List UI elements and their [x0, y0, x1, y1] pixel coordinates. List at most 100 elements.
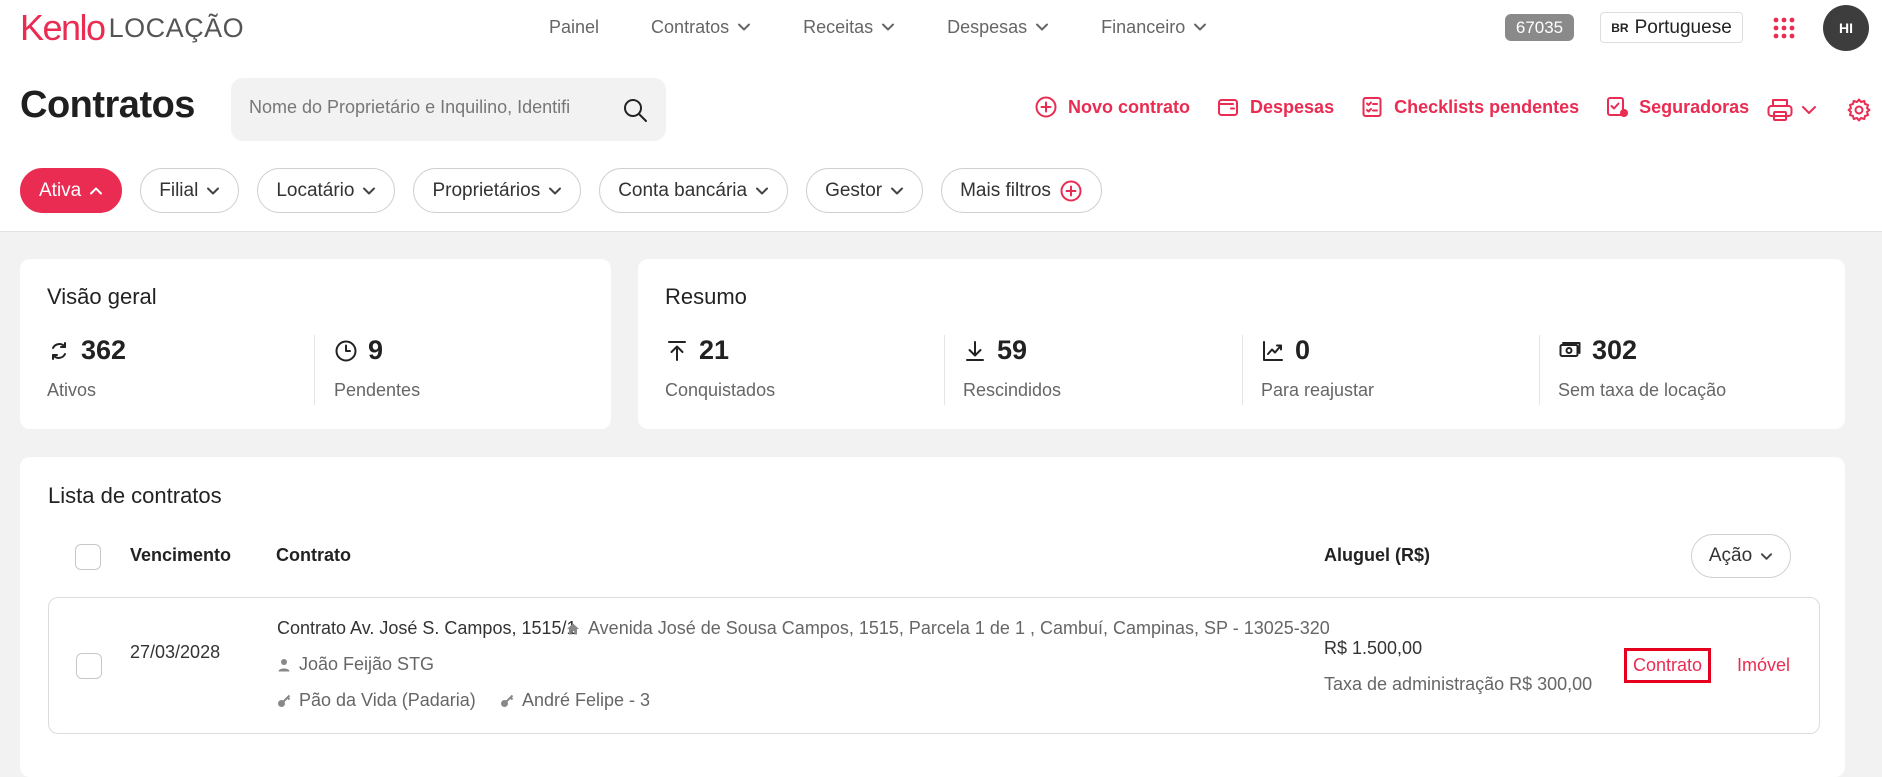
due-date: 27/03/2028	[130, 642, 221, 662]
chevron-down-icon	[891, 187, 904, 194]
nav-item-receitas[interactable]: Receitas	[803, 14, 895, 40]
chevron-down-icon	[882, 23, 895, 31]
stat-value: 362	[81, 335, 127, 365]
filter-more[interactable]: Mais filtros	[941, 168, 1102, 213]
key-icon	[501, 694, 514, 707]
contract-link[interactable]: Contrato	[1624, 648, 1712, 683]
stat-no-fee[interactable]: 302 Sem taxa de locação	[1558, 335, 1726, 401]
chevron-down-icon	[738, 23, 751, 31]
insurers-button[interactable]: Seguradoras	[1605, 95, 1749, 119]
main-nav: Painel Contratos Receitas Despesas Finan…	[549, 14, 1207, 40]
top-header: Kenlo LOCAÇÃO Painel Contratos Receitas …	[0, 0, 1882, 232]
owner: André Felipe - 3	[500, 690, 650, 711]
search-icon[interactable]	[621, 96, 649, 124]
column-header-due[interactable]: Vencimento	[130, 545, 231, 566]
search-box	[231, 78, 666, 141]
chevron-down-icon	[549, 187, 562, 194]
clock-icon	[335, 340, 357, 361]
refresh-icon	[52, 341, 66, 360]
nav-item-contratos[interactable]: Contratos	[651, 14, 751, 40]
stat-value: 302	[1592, 335, 1638, 365]
column-header-contract[interactable]: Contrato	[276, 545, 351, 566]
action-label: Ação	[1708, 545, 1753, 566]
plus-circle-icon	[1035, 96, 1057, 118]
kenlo-logo[interactable]: Kenlo LOCAÇÃO	[20, 6, 244, 50]
divider	[944, 335, 945, 405]
apps-grid-icon[interactable]	[1772, 16, 1796, 40]
chevron-down-icon	[1036, 23, 1049, 31]
plus-circle-icon	[1060, 180, 1082, 201]
language-label: Portuguese	[1634, 16, 1732, 38]
action-label: Seguradoras	[1639, 96, 1750, 117]
chevron-down-icon	[207, 187, 220, 194]
address-text: Avenida José de Sousa Campos, 1515, Parc…	[588, 618, 1330, 638]
download-icon	[966, 340, 984, 361]
page-actions: Novo contrato Despesas Checklists penden…	[1034, 95, 1775, 119]
property-link[interactable]: Imóvel	[1737, 655, 1790, 676]
stat-label: Sem taxa de locação	[1558, 380, 1727, 400]
nav-item-label: Financeiro	[1101, 16, 1186, 37]
filter-label: Mais filtros	[960, 179, 1051, 201]
filter-label: Conta bancária	[618, 179, 748, 201]
stat-won[interactable]: 21 Conquistados	[665, 335, 775, 401]
chevron-down-icon	[1761, 552, 1773, 560]
chevron-down-icon	[1194, 23, 1207, 31]
tenant-name: João Feijão STG	[299, 654, 435, 674]
action-label: Novo contrato	[1068, 96, 1191, 117]
nav-item-despesas[interactable]: Despesas	[947, 14, 1049, 40]
filter-gestor[interactable]: Gestor	[806, 168, 924, 213]
nav-item-label: Painel	[549, 16, 600, 37]
nav-item-label: Despesas	[947, 16, 1028, 37]
language-selector[interactable]: BR Portuguese	[1600, 12, 1743, 43]
stat-terminated[interactable]: 59 Rescindidos	[963, 335, 1061, 401]
logo-brand: Kenlo	[20, 7, 106, 48]
expenses-button[interactable]: Despesas	[1216, 95, 1334, 119]
filter-label: Gestor	[825, 179, 883, 201]
filter-conta-bancaria[interactable]: Conta bancária	[599, 168, 789, 213]
stat-value: 21	[699, 335, 730, 365]
tenant: João Feijão STG	[277, 654, 434, 675]
user-avatar[interactable]: HI	[1823, 5, 1869, 51]
filter-ativa[interactable]: Ativa	[20, 168, 123, 213]
wallet-icon	[1218, 99, 1239, 116]
select-all-checkbox[interactable]	[75, 544, 101, 570]
owner: Pão da Vida (Padaria)	[277, 690, 476, 711]
stat-readjust[interactable]: 0 Para reajustar	[1261, 335, 1374, 401]
stat-pending[interactable]: 9 Pendentes	[334, 335, 420, 401]
filter-proprietarios[interactable]: Proprietários	[413, 168, 582, 213]
nav-item-financeiro[interactable]: Financeiro	[1101, 14, 1207, 40]
key-icon	[278, 694, 291, 707]
contract-name[interactable]: Contrato Av. José S. Campos, 1515/1	[277, 618, 577, 639]
chevron-down-icon	[363, 187, 376, 194]
stat-label: Pendentes	[334, 380, 421, 400]
stat-active[interactable]: 362 Ativos	[47, 335, 126, 401]
pending-checklists-button[interactable]: Checklists pendentes	[1360, 95, 1579, 119]
filter-filial[interactable]: Filial	[140, 168, 240, 213]
owner-name: Pão da Vida (Padaria)	[299, 690, 476, 710]
stat-label: Conquistados	[665, 380, 776, 400]
filter-label: Filial	[159, 179, 199, 201]
column-header-rent[interactable]: Aluguel (R$)	[1324, 545, 1430, 566]
gear-icon[interactable]	[1846, 97, 1872, 123]
chevron-up-icon	[90, 187, 103, 194]
filter-locatario[interactable]: Locatário	[257, 168, 396, 213]
account-id-badge: 67035	[1505, 14, 1574, 41]
filter-label: Proprietários	[432, 179, 541, 201]
table-row[interactable]: 27/03/2028 Contrato Av. José S. Campos, …	[48, 597, 1820, 734]
printer-icon	[1767, 99, 1793, 121]
new-contract-button[interactable]: Novo contrato	[1034, 95, 1190, 119]
overview-title: Visão geral	[47, 284, 157, 309]
divider	[1242, 335, 1243, 405]
stat-value: 9	[368, 335, 384, 365]
search-input[interactable]	[249, 97, 609, 118]
filter-label: Ativa	[39, 179, 82, 201]
row-checkbox[interactable]	[76, 653, 102, 679]
nav-item-painel[interactable]: Painel	[549, 14, 599, 40]
stat-value: 59	[997, 335, 1028, 365]
filter-bar: Ativa Filial Locatário Proprietários Con…	[20, 168, 1102, 213]
contract-list-card: Lista de contratos Vencimento Contrato A…	[20, 457, 1845, 777]
nav-item-label: Receitas	[803, 16, 874, 37]
filter-label: Locatário	[276, 179, 355, 201]
action-dropdown[interactable]: Ação	[1691, 534, 1791, 578]
print-menu[interactable]	[1766, 97, 1818, 123]
